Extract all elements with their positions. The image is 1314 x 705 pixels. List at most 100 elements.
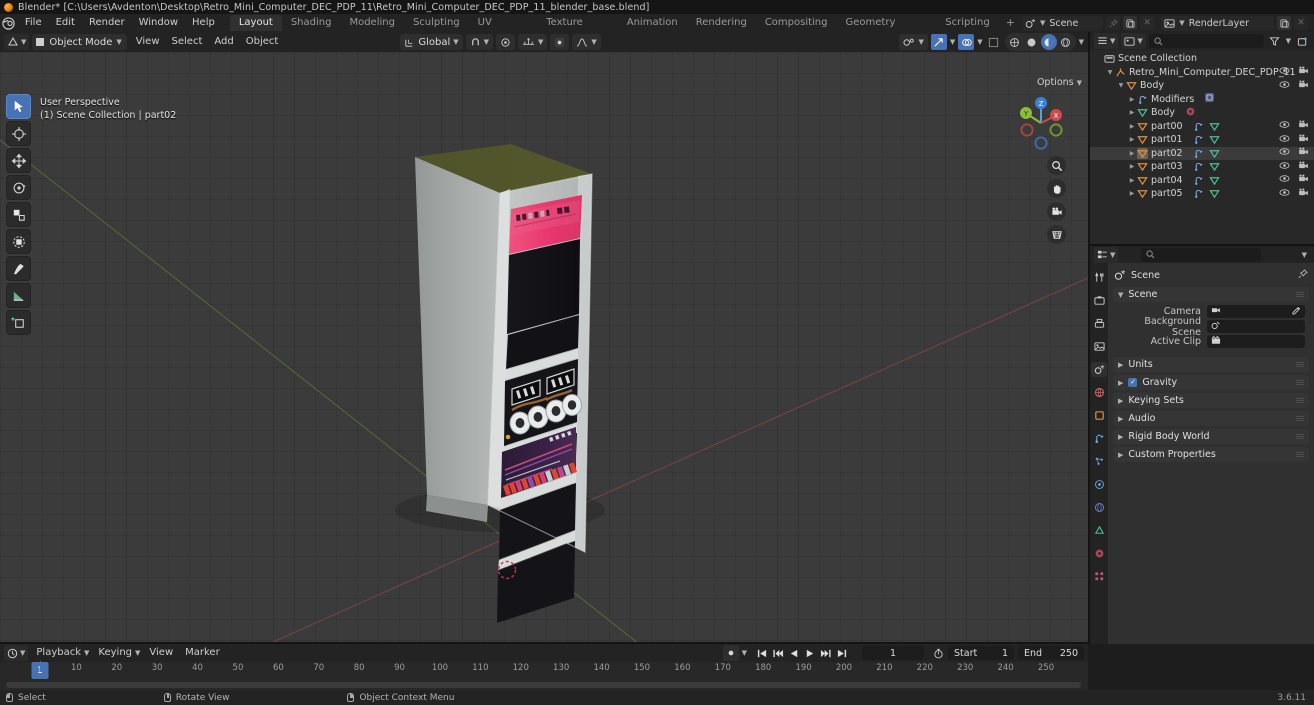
viewport-options-button[interactable]: Options ▼: [1037, 77, 1082, 88]
texture-tab[interactable]: [1091, 569, 1107, 584]
transform-orientation-selector[interactable]: Global ▼: [400, 34, 462, 50]
scale-tool[interactable]: [6, 202, 31, 227]
workspace-tab-sculpting[interactable]: Sculpting: [404, 15, 469, 31]
outliner-row-part05[interactable]: ▶part05: [1090, 187, 1314, 201]
chevron-right-icon[interactable]: ▶: [1127, 190, 1137, 197]
zoom-icon[interactable]: [1047, 156, 1066, 175]
chevron-down-icon[interactable]: ▼: [1079, 38, 1084, 46]
checkbox-checked[interactable]: ✓: [1128, 378, 1137, 387]
snap-toggle[interactable]: ▼: [466, 34, 493, 50]
scene-panel-header[interactable]: ▼ Scene: [1113, 287, 1309, 302]
physics-tab[interactable]: [1091, 477, 1107, 492]
viewport-menu-add[interactable]: Add: [208, 32, 239, 52]
camera-icon[interactable]: [1298, 119, 1309, 133]
timeline-menu-marker[interactable]: Marker: [179, 644, 226, 662]
camera-icon[interactable]: [1298, 79, 1309, 93]
camera-icon[interactable]: [1298, 160, 1309, 174]
modifier-badge[interactable]: [1204, 92, 1215, 106]
eye-icon[interactable]: [1279, 65, 1290, 79]
timeline-horizontal-scrollbar[interactable]: [6, 682, 1081, 688]
workspace-tab-texture-paint[interactable]: Texture Paint: [537, 15, 618, 31]
workspace-tab-rendering[interactable]: Rendering: [687, 15, 756, 31]
eye-icon[interactable]: [1279, 187, 1290, 201]
timeline-menu-playback[interactable]: Playback: [30, 644, 87, 662]
outliner-filter-button[interactable]: [1267, 33, 1283, 49]
viewport-menu-object[interactable]: Object: [240, 32, 285, 52]
outliner-row-part01[interactable]: ▶part01: [1090, 133, 1314, 147]
jump-prev-keyframe-icon[interactable]: [770, 646, 785, 661]
chevron-down-icon[interactable]: ▼: [1116, 82, 1126, 89]
workspace-tab-shading[interactable]: Shading: [282, 15, 341, 31]
eyedropper-icon[interactable]: [1292, 306, 1301, 318]
outliner-display-mode-selector[interactable]: ▼: [1121, 33, 1145, 49]
editor-separator-horizontal[interactable]: [1090, 244, 1314, 246]
scene-selector[interactable]: ▼ Scene: [1022, 16, 1103, 31]
eye-icon[interactable]: [1279, 160, 1290, 174]
outliner-row-modifiers[interactable]: ▶Modifiers: [1090, 93, 1314, 107]
outliner-row-part00[interactable]: ▶part00: [1090, 120, 1314, 134]
chevron-right-icon[interactable]: ▶: [1127, 109, 1137, 116]
navigation-gizmo[interactable]: Z Y X: [1010, 92, 1072, 154]
transform-tool[interactable]: [6, 229, 31, 254]
outliner-row-retro-mini-computer-dec-pdp-11[interactable]: ▼Retro_Mini_Computer_DEC_PDP_11: [1090, 66, 1314, 80]
camera-icon[interactable]: [1298, 187, 1309, 201]
play-icon[interactable]: [802, 646, 817, 661]
viewport-canvas[interactable]: User Perspective (1) Scene Collection | …: [0, 52, 1088, 644]
property-field-camera[interactable]: [1207, 305, 1305, 318]
3d-viewport[interactable]: ▼ Object Mode ▼ ViewSelectAddObject Glob…: [0, 32, 1088, 644]
chevron-down-icon[interactable]: ▼: [977, 38, 982, 46]
outliner-editor[interactable]: ▼ ▼ ▼ Scene Collection▼Retro_Mini_Comput…: [1090, 32, 1314, 244]
timeline-editor-type-selector[interactable]: ▼: [4, 645, 28, 661]
eye-icon[interactable]: [1279, 79, 1290, 93]
workspace-tab-animation[interactable]: Animation: [618, 15, 687, 31]
annotate-tool[interactable]: [6, 256, 31, 281]
eye-icon[interactable]: [1279, 173, 1290, 187]
panel-header-rigid-body-world[interactable]: ▶Rigid Body World: [1113, 429, 1309, 444]
visibility-selector[interactable]: ▼: [899, 34, 927, 50]
editor-separator-vertical[interactable]: [1088, 32, 1090, 644]
chevron-down-icon[interactable]: ▼: [742, 649, 747, 657]
camera-icon[interactable]: [1298, 133, 1309, 147]
outliner-row-part04[interactable]: ▶part04: [1090, 174, 1314, 188]
editor-separator-timeline[interactable]: [0, 642, 1088, 644]
outliner-editor-type-selector[interactable]: ▼: [1094, 33, 1118, 49]
chevron-down-icon[interactable]: ▼: [1286, 37, 1291, 45]
jump-to-end-icon[interactable]: [834, 646, 849, 661]
solid-shading-button[interactable]: [1024, 34, 1040, 50]
rotate-tool[interactable]: [6, 175, 31, 200]
jump-next-keyframe-icon[interactable]: [818, 646, 833, 661]
xray-toggle[interactable]: [986, 34, 1002, 50]
camera-icon[interactable]: [1298, 65, 1309, 79]
move-tool[interactable]: [6, 148, 31, 173]
eye-icon[interactable]: [1279, 133, 1290, 147]
tweak-select-tool[interactable]: [6, 94, 31, 119]
wireframe-shading-button[interactable]: [1007, 34, 1023, 50]
eye-icon[interactable]: [1279, 146, 1290, 160]
panel-header-custom-properties[interactable]: ▶Custom Properties: [1113, 447, 1309, 462]
view-layer-selector[interactable]: ▼ RenderLayer: [1161, 16, 1274, 31]
outliner-tree[interactable]: Scene Collection▼Retro_Mini_Computer_DEC…: [1090, 50, 1314, 201]
current-frame-field[interactable]: 1: [862, 646, 924, 660]
outliner-row-scene-collection[interactable]: Scene Collection: [1090, 52, 1314, 66]
camera-view-icon[interactable]: [1047, 202, 1066, 221]
viewport-menu-select[interactable]: Select: [166, 32, 209, 52]
editor-type-selector[interactable]: ▼: [4, 34, 29, 50]
outliner-search-input[interactable]: [1149, 34, 1264, 48]
chevron-right-icon[interactable]: ▶: [1127, 150, 1137, 157]
pin-scene-icon[interactable]: [1106, 16, 1120, 30]
play-reverse-icon[interactable]: [786, 646, 801, 661]
add-cube-tool[interactable]: [6, 310, 31, 335]
pin-id-icon[interactable]: [1298, 269, 1308, 282]
properties-tab-strip[interactable]: [1090, 263, 1108, 644]
menu-help[interactable]: Help: [185, 14, 222, 32]
new-scene-button[interactable]: [1123, 16, 1137, 30]
scene-tab[interactable]: [1091, 362, 1107, 377]
snap-increment-options[interactable]: ▼: [518, 34, 547, 50]
material-tab[interactable]: [1091, 546, 1107, 561]
frame-start-field[interactable]: Start 1: [948, 646, 1014, 660]
chevron-right-icon[interactable]: ▶: [1127, 177, 1137, 184]
pan-hand-icon[interactable]: [1047, 179, 1066, 198]
measure-tool[interactable]: [6, 283, 31, 308]
data-tab[interactable]: [1091, 523, 1107, 538]
render-tab[interactable]: [1091, 293, 1107, 308]
